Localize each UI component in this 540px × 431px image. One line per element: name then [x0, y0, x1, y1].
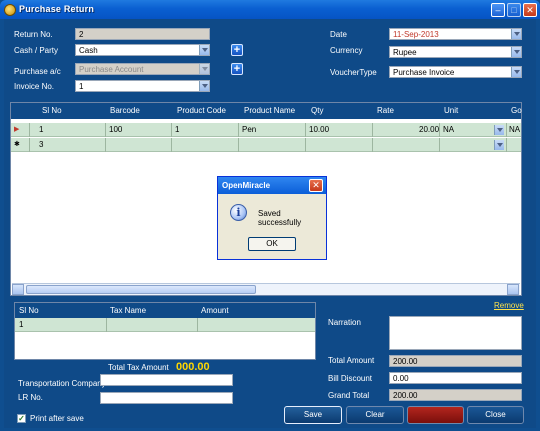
column-header-amount[interactable]: Amount [201, 306, 229, 315]
chevron-down-icon[interactable] [199, 45, 209, 55]
column-header-product-name[interactable]: Product Name [244, 106, 295, 115]
info-icon: i [230, 204, 247, 221]
row-indicator-icon: ▶ [14, 126, 20, 133]
tax-grid-header: Sl No Tax Name Amount [15, 303, 315, 318]
table-row[interactable]: ✱ 3 [11, 138, 521, 152]
cell-product-name[interactable]: Pen [242, 125, 256, 134]
close-button[interactable]: Close [467, 406, 524, 424]
grid-header: Sl No Barcode Product Code Product Name … [11, 103, 522, 119]
bill-discount-label: Bill Discount [328, 374, 373, 383]
clear-button[interactable]: Clear [346, 406, 404, 424]
purchase-ac-value: Purchase Account [79, 65, 144, 74]
grid-horizontal-scrollbar[interactable] [12, 283, 520, 295]
message-dialog: OpenMiracle ✕ i Saved successfully OK [217, 176, 327, 260]
chevron-down-icon[interactable] [199, 64, 209, 74]
transportation-company-field[interactable] [100, 374, 233, 386]
bill-discount-field[interactable]: 0.00 [389, 372, 522, 384]
grand-total-label: Grand Total [328, 391, 370, 400]
cell-godown[interactable]: NA [509, 125, 520, 134]
chevron-down-icon[interactable] [511, 29, 521, 39]
column-header-tax-name[interactable]: Tax Name [110, 306, 146, 315]
remove-link[interactable]: Remove [494, 301, 524, 310]
narration-textarea[interactable] [389, 316, 522, 350]
cell-qty[interactable]: 10.00 [309, 125, 329, 134]
total-amount-field: 200.00 [389, 355, 522, 367]
new-row-icon: ✱ [14, 141, 20, 148]
tax-grid[interactable]: Sl No Tax Name Amount 1 [14, 302, 316, 360]
column-header-sl-no[interactable]: Sl No [19, 306, 39, 315]
table-row[interactable]: ▶ 1 100 1 Pen 10.00 20.00 NA NA [11, 123, 521, 137]
date-value: 11-Sep-2013 [393, 30, 439, 39]
purchase-ac-label: Purchase a/c [14, 67, 61, 76]
cell-rate[interactable]: 20.00 [419, 125, 439, 134]
voucher-type-label: VoucherType [330, 68, 377, 77]
cash-party-select[interactable]: Cash [75, 44, 210, 56]
currency-select[interactable]: Rupee [389, 46, 522, 58]
invoice-no-label: Invoice No. [14, 82, 55, 91]
cell-sl-no[interactable]: 3 [39, 140, 43, 149]
chevron-down-icon[interactable] [199, 81, 209, 91]
scroll-right-icon[interactable] [507, 284, 519, 295]
grand-total-field: 200.00 [389, 389, 522, 401]
app-logo-icon [4, 4, 16, 16]
date-label: Date [330, 30, 347, 39]
voucher-type-value: Purchase Invoice [393, 68, 455, 77]
cash-party-label: Cash / Party [14, 46, 59, 55]
column-header-unit[interactable]: Unit [444, 106, 458, 115]
unit-dropdown-icon[interactable] [494, 140, 504, 150]
lr-no-label: LR No. [18, 393, 43, 402]
cell-sl-no[interactable]: 1 [39, 125, 43, 134]
scroll-left-icon[interactable] [12, 284, 24, 295]
dialog-title-bar: OpenMiracle ✕ [218, 177, 326, 194]
return-no-label: Return No. [14, 30, 53, 39]
invoice-no-value: 1 [79, 82, 84, 91]
dialog-close-button[interactable]: ✕ [309, 179, 323, 192]
add-purchase-account-button[interactable]: + [231, 63, 243, 75]
minimize-button[interactable]: – [491, 3, 505, 17]
print-after-save-checkbox[interactable]: ✓ [17, 414, 26, 423]
close-window-button[interactable]: ✕ [523, 3, 537, 17]
cell-unit[interactable]: NA [443, 125, 454, 134]
maximize-button[interactable]: □ [507, 3, 521, 17]
scrollbar-thumb[interactable] [26, 285, 256, 294]
dialog-title: OpenMiracle [222, 181, 271, 190]
chevron-down-icon[interactable] [511, 47, 521, 57]
voucher-type-select[interactable]: Purchase Invoice [389, 66, 522, 78]
add-party-button[interactable]: + [231, 44, 243, 56]
window-title: Purchase Return [19, 4, 95, 14]
title-bar: Purchase Return – □ ✕ [0, 0, 540, 19]
invoice-no-select[interactable]: 1 [75, 80, 210, 92]
table-row[interactable]: 1 [15, 318, 315, 332]
currency-value: Rupee [393, 48, 417, 57]
column-header-rate[interactable]: Rate [377, 106, 394, 115]
cell-product-code[interactable]: 1 [175, 125, 179, 134]
total-amount-label: Total Amount [328, 356, 375, 365]
column-header-godown[interactable]: Go [511, 106, 522, 115]
transportation-company-label: Transportation Company [18, 379, 106, 388]
column-header-product-code[interactable]: Product Code [177, 106, 226, 115]
unit-dropdown-icon[interactable] [494, 125, 504, 135]
total-tax-amount-value: 000.00 [176, 361, 210, 373]
dialog-message: Saved successfully [258, 209, 302, 227]
purchase-ac-select[interactable]: Purchase Account [75, 63, 210, 75]
column-header-qty[interactable]: Qty [311, 106, 323, 115]
column-header-sl-no[interactable]: Sl No [42, 106, 62, 115]
date-picker[interactable]: 11-Sep-2013 [389, 28, 522, 40]
cell-barcode[interactable]: 100 [109, 125, 122, 134]
lr-no-field[interactable] [100, 392, 233, 404]
cash-party-value: Cash [79, 46, 98, 55]
save-button[interactable]: Save [284, 406, 342, 424]
print-after-save-label: Print after save [30, 414, 84, 423]
currency-label: Currency [330, 46, 363, 55]
narration-label: Narration [328, 318, 361, 327]
delete-button[interactable] [407, 406, 464, 424]
cell-sl-no[interactable]: 1 [19, 320, 23, 329]
chevron-down-icon[interactable] [511, 67, 521, 77]
column-header-barcode[interactable]: Barcode [110, 106, 140, 115]
return-no-field[interactable]: 2 [75, 28, 210, 40]
ok-button[interactable]: OK [248, 237, 296, 251]
total-tax-amount-label: Total Tax Amount [108, 363, 169, 372]
